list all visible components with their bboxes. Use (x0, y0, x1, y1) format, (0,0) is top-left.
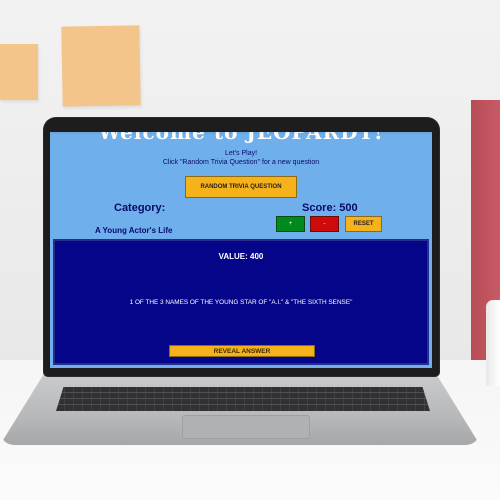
sticky-note (61, 25, 141, 107)
sticky-note (0, 44, 38, 100)
category-value: A Young Actor's Life (95, 226, 173, 235)
category-label: Category: (114, 202, 166, 214)
intro-text: Let's Play! (224, 150, 258, 157)
question-value: VALUE: 400 (218, 252, 264, 261)
app-screen: Welcome to JEOPARDY! Let's Play! Click "… (50, 132, 432, 368)
screen-edge-shadow (50, 132, 432, 135)
intro-subtext: Click "Random Trivia Question" for a new… (162, 159, 320, 166)
score-minus-button[interactable]: - (310, 216, 339, 232)
keyboard (56, 387, 430, 411)
reveal-answer-button[interactable]: REVEAL ANSWER (169, 345, 315, 357)
plus-icon: + (288, 221, 293, 227)
score-plus-button[interactable]: + (276, 216, 305, 232)
clue-text: 1 OF THE 3 NAMES OF THE YOUNG STAR OF "A… (129, 299, 353, 306)
trackpad (182, 415, 310, 439)
score-label: Score: 500 (302, 202, 358, 214)
reset-button[interactable]: RESET (345, 216, 382, 232)
question-panel: VALUE: 400 1 OF THE 3 NAMES OF THE YOUNG… (53, 239, 429, 365)
minus-icon: - (323, 221, 326, 227)
random-trivia-button[interactable]: RANDOM TRIVIA QUESTION (185, 176, 297, 198)
bottle (486, 300, 500, 386)
